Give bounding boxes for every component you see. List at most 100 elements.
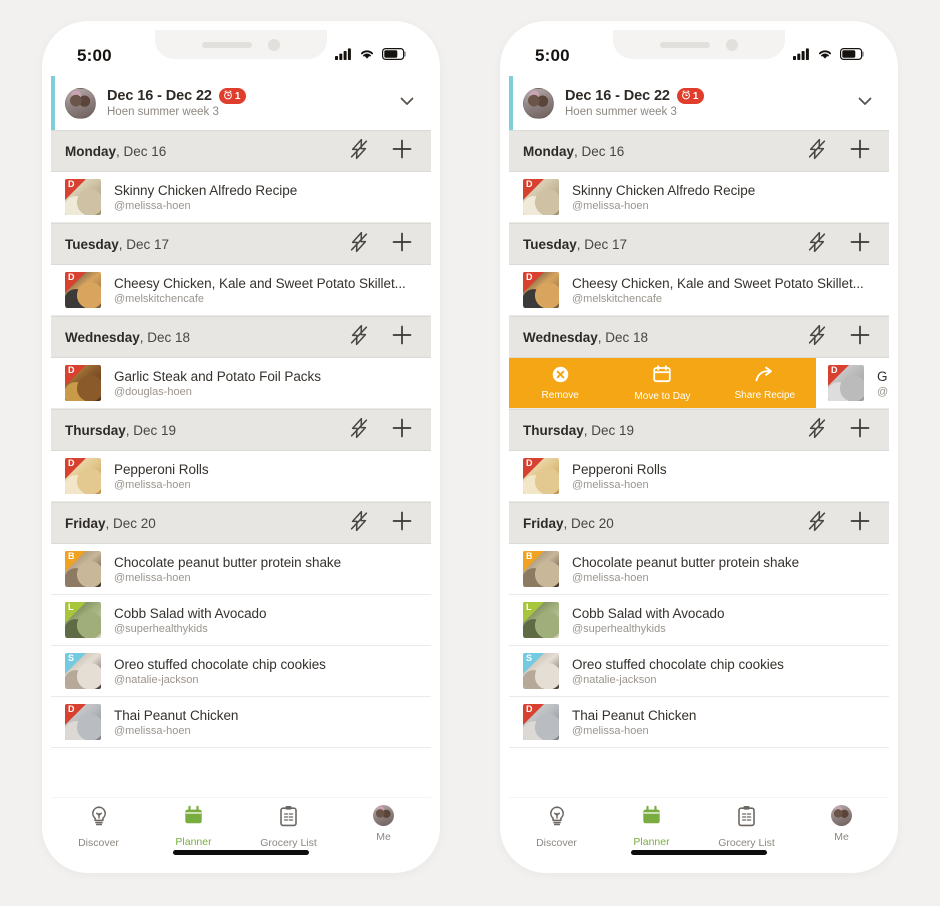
day-header-thursday: Thursday, Dec 19 (509, 409, 889, 451)
recipe-row[interactable]: D Garlic Steak and Potato Foil Packs @doug… (51, 358, 431, 409)
meal-type-letter: D (68, 179, 75, 189)
recipe-title: Chocolate peanut butter protein shake (114, 554, 342, 570)
recipe-text: Skinny Chicken Alfredo Recipe @melissa-ho… (114, 183, 417, 212)
alarm-badge-count: 1 (692, 90, 699, 102)
plus-icon[interactable] (849, 417, 871, 444)
day-actions (349, 324, 413, 351)
tab-me[interactable]: Me (336, 805, 431, 843)
lightning-bolt-icon[interactable] (349, 138, 369, 165)
recipe-author: @ (877, 385, 889, 398)
swipe-action-label: Remove (541, 389, 579, 401)
calendar-icon (641, 805, 662, 831)
recipe-title: Chocolate peanut butter protein shake (572, 554, 800, 570)
day-actions (807, 231, 871, 258)
revealed-recipe[interactable]: D G @ (816, 358, 889, 408)
recipe-row[interactable]: D Cheesy Chicken, Kale and Sweet Potato S… (509, 265, 889, 316)
swipe-action-remove[interactable]: Remove (509, 366, 611, 401)
recipe-row[interactable]: L Cobb Salad with Avocado @superhealthykid… (509, 595, 889, 646)
week-header[interactable]: Dec 16 - Dec 22 1 Hoen summer week 3 (509, 76, 889, 130)
recipe-row[interactable]: D Thai Peanut Chicken @melissa-hoen (509, 697, 889, 748)
lightning-bolt-icon[interactable] (349, 510, 369, 537)
recipe-text: Thai Peanut Chicken @melissa-hoen (572, 708, 875, 737)
plus-icon[interactable] (391, 324, 413, 351)
tab-discover[interactable]: Discover (51, 805, 146, 849)
recipe-row[interactable]: D Skinny Chicken Alfredo Recipe @melissa-h… (51, 172, 431, 223)
screenshot-stage: 5:00 Dec 16 - Dec 22 1 Hoen summer week 3… (0, 0, 940, 906)
phone-right: 5:00 Dec 16 - Dec 22 1 Hoen summer week 3… (500, 21, 898, 873)
header-avatar[interactable] (523, 87, 554, 119)
header-avatar[interactable] (65, 87, 96, 119)
recipe-author: @melissa-hoen (572, 571, 649, 584)
tab-label: Grocery List (718, 837, 775, 849)
recipe-row[interactable]: D Pepperoni Rolls @melissa-hoen (509, 451, 889, 502)
recipe-author: @superhealthykids (572, 622, 666, 635)
plus-icon[interactable] (849, 324, 871, 351)
day-header-friday: Friday, Dec 20 (509, 502, 889, 544)
plus-icon[interactable] (849, 138, 871, 165)
recipe-row[interactable]: D Thai Peanut Chicken @melissa-hoen (51, 697, 431, 748)
week-header[interactable]: Dec 16 - Dec 22 1 Hoen summer week 3 (51, 76, 431, 130)
plus-icon[interactable] (391, 417, 413, 444)
planner-list[interactable]: Monday, Dec 16 D Skinny Chicken Alfredo R… (509, 130, 889, 798)
meal-type-letter: D (526, 272, 533, 282)
tab-label: Me (834, 831, 849, 843)
lightbulb-icon (88, 805, 110, 832)
recipe-title: Pepperoni Rolls (114, 461, 209, 477)
tab-label: Discover (78, 837, 119, 849)
plus-icon[interactable] (849, 231, 871, 258)
day-header-thursday: Thursday, Dec 19 (51, 409, 431, 451)
week-title: Dec 16 - Dec 22 (107, 88, 212, 104)
tab-discover[interactable]: Discover (509, 805, 604, 849)
recipe-title: Skinny Chicken Alfredo Recipe (572, 182, 756, 198)
tab-planner[interactable]: Planner (604, 805, 699, 848)
recipe-thumbnail: B (523, 551, 559, 587)
recipe-row[interactable]: B Chocolate peanut butter protein shake @m… (51, 544, 431, 595)
lightning-bolt-icon[interactable] (807, 324, 827, 351)
meal-type-letter: L (68, 602, 74, 612)
lightning-bolt-icon[interactable] (349, 324, 369, 351)
day-actions (349, 510, 413, 537)
tab-label: Planner (175, 836, 212, 848)
recipe-row[interactable]: S Oreo stuffed chocolate chip cookies @nat… (51, 646, 431, 697)
tab-grocery-list[interactable]: Grocery List (241, 805, 336, 849)
meal-type-letter: D (68, 704, 75, 714)
planner-list[interactable]: Monday, Dec 16 D Skinny Chicken Alfredo R… (51, 130, 431, 798)
recipe-row[interactable]: B Chocolate peanut butter protein shake @m… (509, 544, 889, 595)
day-actions (349, 417, 413, 444)
swipe-action-move-to-day[interactable]: Move to Day (611, 364, 713, 402)
recipe-row[interactable]: S Oreo stuffed chocolate chip cookies @nat… (509, 646, 889, 697)
recipe-row[interactable]: D Pepperoni Rolls @melissa-hoen (51, 451, 431, 502)
plus-icon[interactable] (391, 510, 413, 537)
cellular-signal-icon (793, 47, 810, 65)
alarm-badge[interactable]: 1 (676, 88, 705, 104)
lightning-bolt-icon[interactable] (807, 231, 827, 258)
lightning-bolt-icon[interactable] (349, 231, 369, 258)
plus-icon[interactable] (391, 231, 413, 258)
tab-planner[interactable]: Planner (146, 805, 241, 848)
recipe-text: Cheesy Chicken, Kale and Sweet Potato Sk… (114, 276, 417, 305)
tab-me[interactable]: Me (794, 805, 889, 843)
lightning-bolt-icon[interactable] (349, 417, 369, 444)
swipe-action-share-recipe[interactable]: Share Recipe (714, 366, 816, 401)
chevron-down-icon[interactable] (847, 91, 875, 116)
recipe-author: @melissa-hoen (572, 199, 649, 212)
plus-icon[interactable] (391, 138, 413, 165)
tab-grocery-list[interactable]: Grocery List (699, 805, 794, 849)
plus-icon[interactable] (849, 510, 871, 537)
lightning-bolt-icon[interactable] (807, 510, 827, 537)
recipe-row[interactable]: L Cobb Salad with Avocado @superhealthykid… (51, 595, 431, 646)
meal-type-letter: D (526, 458, 533, 468)
day-label: Wednesday, Dec 18 (65, 329, 191, 345)
alarm-badge[interactable]: 1 (218, 88, 247, 104)
recipe-row[interactable]: D Skinny Chicken Alfredo Recipe @melissa-h… (509, 172, 889, 223)
lightning-bolt-icon[interactable] (807, 417, 827, 444)
tab-label: Grocery List (260, 837, 317, 849)
recipe-author: @douglas-hoen (114, 385, 192, 398)
chevron-down-icon[interactable] (389, 91, 417, 116)
user-avatar-icon (831, 805, 852, 826)
swipe-action-panel: Remove Move to Day Share Recipe (509, 358, 816, 408)
recipe-row[interactable]: D Cheesy Chicken, Kale and Sweet Potato S… (51, 265, 431, 316)
recipe-text: Pepperoni Rolls @melissa-hoen (572, 462, 875, 491)
recipe-thumbnail: L (65, 602, 101, 638)
lightning-bolt-icon[interactable] (807, 138, 827, 165)
